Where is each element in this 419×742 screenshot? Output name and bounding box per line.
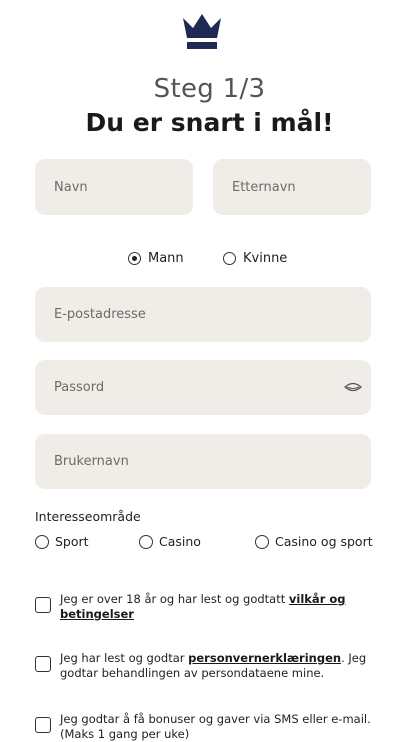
interest-option-casino[interactable]: Casino bbox=[139, 534, 201, 549]
privacy-text: Jeg har lest og godtar personvernerklæri… bbox=[60, 651, 378, 681]
terms-text: Jeg er over 18 år og har lest og godtatt… bbox=[60, 592, 378, 622]
marketing-text-part: Jeg godtar å få bonuser og gaver via SMS… bbox=[60, 712, 371, 741]
terms-text-part: Jeg er over 18 år og har lest og godtatt bbox=[60, 592, 289, 606]
password-input[interactable] bbox=[35, 360, 371, 415]
last-name-input[interactable] bbox=[213, 159, 371, 215]
page-title: Du er snart i mål! bbox=[85, 108, 334, 137]
interest-casino-label: Casino bbox=[159, 534, 201, 549]
radio-male[interactable] bbox=[128, 252, 141, 265]
radio-casino-sport[interactable] bbox=[255, 534, 269, 549]
step-indicator: Steg 1/3 bbox=[153, 74, 266, 104]
privacy-link[interactable]: personvernerklæringen bbox=[188, 651, 341, 665]
consent-terms[interactable]: Jeg er over 18 år og har lest og godtatt… bbox=[35, 592, 378, 622]
marketing-checkbox[interactable] bbox=[35, 717, 51, 733]
radio-sport[interactable] bbox=[35, 534, 49, 549]
gender-female-label: Kvinne bbox=[243, 251, 288, 266]
username-input[interactable] bbox=[35, 434, 371, 489]
crown-icon bbox=[183, 14, 221, 49]
interest-option-sport[interactable]: Sport bbox=[35, 534, 89, 549]
consent-privacy[interactable]: Jeg har lest og godtar personvernerklæri… bbox=[35, 651, 378, 681]
gender-male-label: Mann bbox=[148, 251, 184, 266]
privacy-checkbox[interactable] bbox=[35, 656, 51, 672]
radio-casino[interactable] bbox=[139, 534, 153, 549]
interest-option-casino-sport[interactable]: Casino og sport bbox=[255, 534, 373, 549]
radio-female[interactable] bbox=[223, 252, 236, 265]
gender-option-female[interactable]: Kvinne bbox=[223, 251, 287, 266]
interest-casino-sport-label: Casino og sport bbox=[275, 534, 373, 549]
interest-sport-label: Sport bbox=[55, 534, 89, 549]
terms-checkbox[interactable] bbox=[35, 597, 51, 613]
first-name-input[interactable] bbox=[35, 159, 193, 215]
marketing-text: Jeg godtar å få bonuser og gaver via SMS… bbox=[60, 712, 378, 742]
gender-option-male[interactable]: Mann bbox=[128, 251, 184, 266]
email-input[interactable] bbox=[35, 287, 371, 342]
eye-icon[interactable] bbox=[344, 381, 362, 393]
interest-label: Interesseområde bbox=[35, 509, 141, 524]
privacy-text-part: Jeg har lest og godtar bbox=[60, 651, 189, 665]
consent-marketing[interactable]: Jeg godtar å få bonuser og gaver via SMS… bbox=[35, 712, 378, 742]
